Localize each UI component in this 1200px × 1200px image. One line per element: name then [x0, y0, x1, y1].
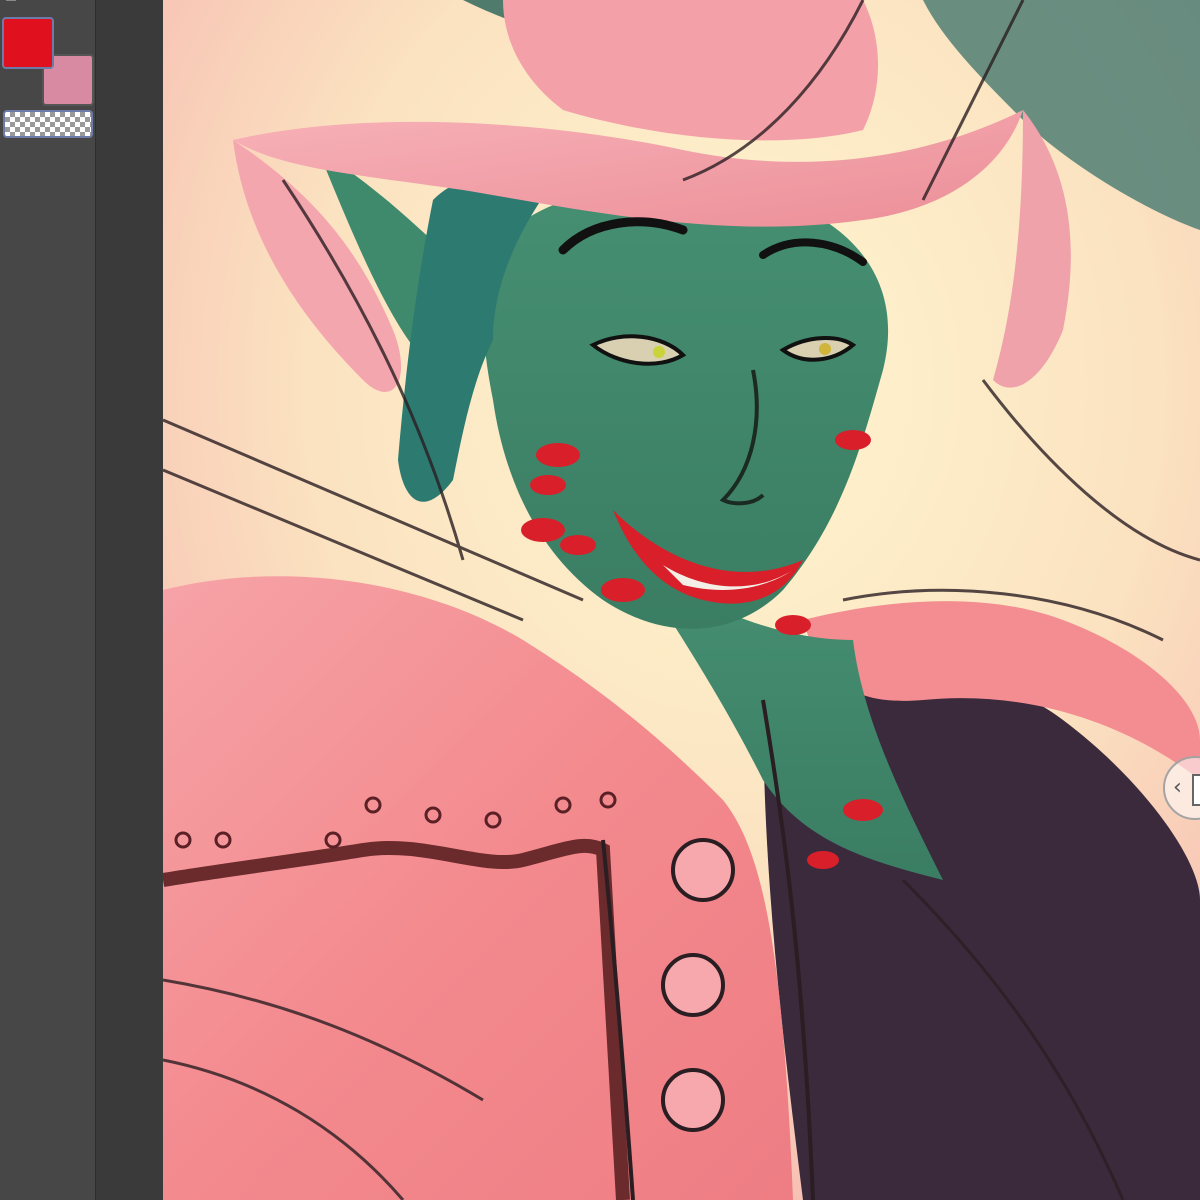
- canvas-artwork: [163, 0, 1200, 1200]
- color-panel: [0, 0, 96, 1200]
- kiss-mark: [835, 430, 871, 450]
- kiss-mark: [843, 799, 883, 821]
- kiss-mark: [601, 578, 645, 602]
- paint-app-window: ‹: [0, 0, 1200, 1200]
- collapse-panel-icon: ‹: [1173, 775, 1182, 800]
- panel-gutter: [96, 0, 162, 1200]
- right-iris: [819, 343, 831, 355]
- coat-button: [671, 838, 735, 902]
- kiss-mark: [536, 443, 580, 467]
- drawing-canvas[interactable]: [163, 0, 1200, 1200]
- main-color-swatch[interactable]: [2, 17, 54, 69]
- left-iris: [653, 346, 665, 358]
- kiss-mark: [521, 518, 565, 542]
- kiss-mark: [530, 475, 566, 495]
- coat-button: [661, 1068, 725, 1132]
- panel-grip-icon[interactable]: [6, 0, 16, 5]
- transparent-color-swatch[interactable]: [3, 110, 93, 138]
- kiss-mark: [807, 851, 839, 869]
- coat-button: [661, 953, 725, 1017]
- kiss-mark: [560, 535, 596, 555]
- kiss-mark: [775, 615, 811, 635]
- panel-bar-icon: [1192, 774, 1200, 806]
